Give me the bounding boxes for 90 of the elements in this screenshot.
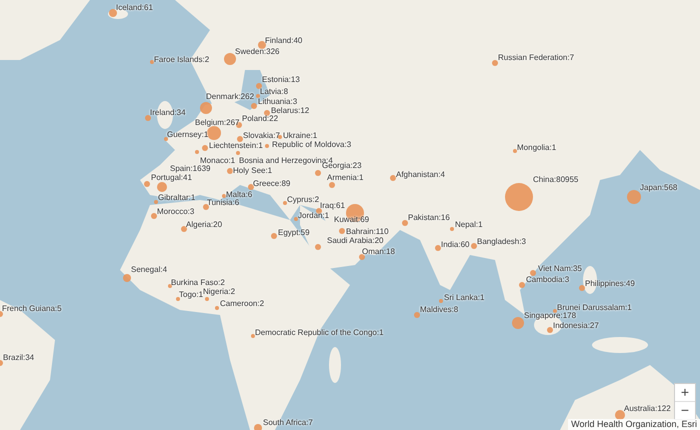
marker-dot[interactable] [265, 144, 269, 148]
marker-dot[interactable] [205, 297, 209, 301]
map-label: Faroe Islands:2 [154, 55, 210, 64]
map-label: Ukraine:1 [283, 131, 318, 140]
map-label: Estonia:13 [262, 75, 300, 84]
map-label: Monaco:1 [200, 156, 236, 165]
marker-dot[interactable] [236, 151, 240, 155]
map-label: India:60 [441, 240, 470, 249]
map-label: Mongolia:1 [517, 143, 556, 152]
marker-dot[interactable] [553, 309, 557, 313]
map-label: Holy See:1 [233, 166, 272, 175]
map-label: Oman:18 [362, 247, 395, 256]
map-label: Egypt:59 [278, 228, 310, 237]
map-label: Finland:40 [265, 36, 302, 45]
marker-dot[interactable] [254, 424, 262, 430]
map-label: Cambodia:3 [526, 275, 570, 284]
map-label: Sri Lanka:1 [444, 293, 484, 302]
map-label: Singapore:178 [524, 311, 576, 320]
map-label: Republic of Moldova:3 [272, 140, 352, 149]
map-label: Senegal:4 [131, 265, 168, 274]
marker-dot[interactable] [215, 306, 219, 310]
marker-dot[interactable] [258, 41, 266, 49]
map-label: Saudi Arabia:20 [327, 236, 384, 245]
marker-dot[interactable] [168, 284, 172, 288]
marker-dot[interactable] [264, 110, 270, 116]
map-label: Cyprus:2 [287, 195, 320, 204]
map-label: Nigeria:2 [203, 287, 236, 296]
map-label: China:80955 [533, 175, 578, 184]
map-label: Greece:89 [253, 179, 290, 188]
marker-dot[interactable] [222, 194, 226, 198]
marker-dot[interactable] [251, 334, 255, 338]
marker-dot[interactable] [164, 137, 168, 141]
map-label: Australia:122 [624, 404, 671, 413]
marker-dot[interactable] [283, 201, 287, 205]
map-label: Belarus:12 [271, 106, 310, 115]
map-label: Guernsey:1 [167, 130, 208, 139]
marker-dot[interactable] [256, 94, 260, 98]
marker-dot[interactable] [450, 227, 454, 231]
map-label: Viet Nam:35 [538, 264, 582, 273]
marker-dot[interactable] [294, 217, 298, 221]
map-label: Indonesia:27 [553, 321, 599, 330]
map-label: Latvia:8 [260, 87, 288, 96]
marker-dot[interactable] [176, 297, 180, 301]
marker-dot[interactable] [109, 9, 117, 17]
marker-dot[interactable] [316, 208, 322, 214]
map-label: Pakistan:16 [408, 213, 450, 222]
marker-dot[interactable] [471, 243, 477, 249]
map-label: Nepal:1 [455, 220, 483, 229]
marker-dot[interactable] [195, 150, 199, 154]
attribution-text: World Health Organization, Esri [568, 419, 700, 430]
marker-dot[interactable] [207, 126, 221, 140]
map-label: Burkina Faso:2 [171, 278, 225, 287]
marker-dot[interactable] [154, 200, 158, 204]
map-label: Philippines:49 [585, 279, 635, 288]
map-label: Afghanistan:4 [396, 170, 445, 179]
map-label: Spain:1639 [170, 164, 210, 173]
map-label: Belgium:267 [195, 118, 240, 127]
marker-dot[interactable] [513, 149, 517, 153]
map-label: Portugal:41 [151, 173, 192, 182]
map-label: Bahrain:110 [346, 227, 389, 236]
map-label: Denmark:262 [206, 92, 254, 101]
map-label: Liechtenstein:1 [209, 141, 263, 150]
map-label: Iraq:61 [320, 201, 345, 210]
map-label: Armenia:1 [327, 173, 364, 182]
marker-dot[interactable] [278, 135, 282, 139]
map-label: Cameroon:2 [220, 299, 264, 308]
map-label: Brunei Darussalam:1 [557, 303, 632, 312]
map-label: Algeria:20 [186, 220, 222, 229]
map-label: Malta:6 [226, 190, 252, 199]
map-label: Brazil:34 [3, 353, 34, 362]
map-label: Japan:568 [640, 183, 678, 192]
map-label: Poland:22 [242, 114, 278, 123]
map-label: Gibraltar:1 [158, 193, 196, 202]
map-label: Ireland:34 [150, 108, 186, 117]
map-label: Jordan:1 [298, 211, 330, 220]
map-label: Sweden:326 [235, 47, 280, 56]
map-label: Maldives:8 [420, 305, 458, 314]
map-label: Bangladesh:3 [477, 237, 526, 246]
map-label: South Africa:7 [263, 418, 313, 427]
map-label: Tunisia:6 [207, 198, 240, 207]
map-label: Togo:1 [179, 290, 204, 299]
map-label: Democratic Republic of the Congo:1 [255, 328, 384, 337]
map-label: Lithuania:3 [258, 97, 298, 106]
map-label: French Guiana:5 [2, 304, 62, 313]
map-label: Russian Federation:7 [498, 53, 574, 62]
map-label: Iceland:61 [116, 3, 153, 12]
map-label: Morocco:3 [157, 207, 194, 216]
marker-dot[interactable] [150, 60, 154, 64]
map-label: Slovakia:7 [243, 131, 280, 140]
marker-dot[interactable] [439, 299, 443, 303]
